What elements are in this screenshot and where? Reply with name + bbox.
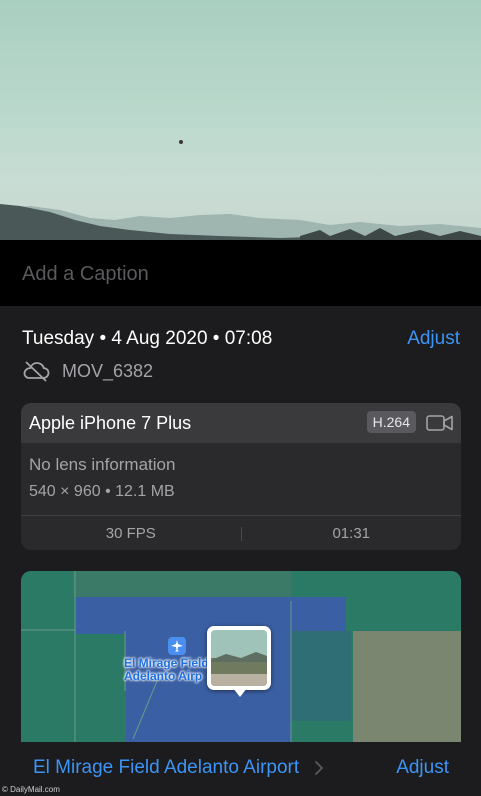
pin-thumbnail — [211, 630, 267, 686]
device-header: Apple iPhone 7 Plus H.264 — [21, 403, 461, 443]
fps-stat: 30 FPS — [105, 525, 156, 542]
chevron-right-icon — [315, 761, 323, 775]
location-bar: El Mirage Field Adelanto Airport Adjust — [21, 742, 461, 796]
caption-bar — [0, 240, 481, 306]
file-row: MOV_6382 — [22, 360, 153, 382]
date-time-label: Tuesday • 4 Aug 2020 • 07:08 — [22, 328, 273, 349]
pin-tail — [233, 688, 247, 697]
photo-location-pin[interactable] — [207, 626, 271, 697]
lens-info: No lens information — [29, 455, 176, 474]
file-name-label: MOV_6382 — [62, 360, 154, 381]
device-info-card: Apple iPhone 7 Plus H.264 No lens inform… — [21, 403, 461, 550]
watermark: © DailyMail.com — [2, 785, 60, 794]
photo-preview[interactable] — [0, 0, 481, 240]
airport-map-label: El Mirage Field Adelanto Airp — [124, 656, 209, 683]
adjust-date-button[interactable]: Adjust — [407, 328, 460, 350]
photo-landscape — [0, 140, 481, 240]
video-camera-icon — [426, 415, 453, 431]
codec-badge: H.264 — [366, 411, 416, 433]
device-name: Apple iPhone 7 Plus — [29, 413, 192, 433]
video-stats-row: 30 FPS 01:31 — [21, 515, 461, 550]
duration-stat: 01:31 — [332, 525, 371, 542]
location-name-link[interactable]: El Mirage Field Adelanto Airport — [33, 757, 299, 779]
info-panel: Tuesday • 4 Aug 2020 • 07:08 Adjust MOV_… — [0, 306, 481, 796]
adjust-location-button[interactable]: Adjust — [396, 757, 449, 779]
location-map[interactable]: El Mirage Field Adelanto Airp El Mirage … — [21, 571, 461, 796]
resolution-size: 540 × 960 • 12.1 MB — [29, 483, 175, 500]
caption-input[interactable] — [22, 260, 452, 288]
airplane-icon — [168, 637, 186, 655]
cloud-slash-icon — [23, 361, 50, 382]
